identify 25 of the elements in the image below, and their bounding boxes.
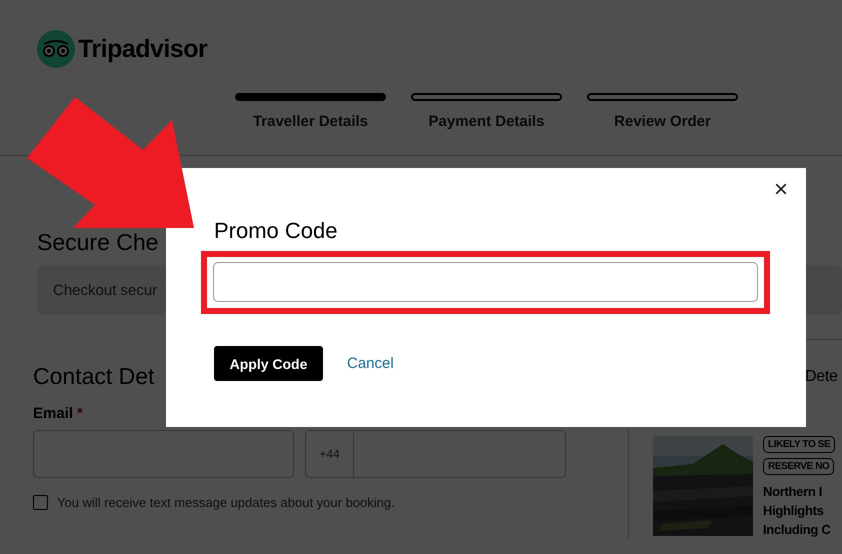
country-code[interactable]: +44: [306, 431, 354, 477]
phone-field[interactable]: +44: [305, 430, 566, 478]
cancel-link[interactable]: Cancel: [347, 355, 394, 372]
step-label: Review Order: [614, 113, 711, 130]
step-label: Traveller Details: [252, 113, 368, 130]
email-field[interactable]: [33, 430, 294, 478]
section-heading: Dete: [805, 367, 838, 387]
tour-title[interactable]: Northern I: [763, 482, 836, 501]
dialog-title: Promo Code: [214, 220, 339, 242]
brand-name: Tripadvisor: [78, 34, 208, 64]
checkbox-label: You will receive text message updates about your booking.: [57, 495, 395, 510]
tour-title[interactable]: Including C: [763, 520, 836, 539]
owl-logo-icon: [37, 30, 75, 68]
promo-code-field[interactable]: [213, 262, 758, 302]
apply-code-button[interactable]: Apply Code: [214, 346, 323, 381]
section-heading: Secure Che: [37, 229, 158, 255]
sms-checkbox[interactable]: [33, 495, 48, 510]
tag: RESERVE NO: [763, 458, 834, 475]
close-button[interactable]: ×: [770, 178, 792, 202]
email-label: Email: [33, 405, 74, 422]
step-label: Payment Details: [428, 113, 544, 130]
tag: LIKELY TO SE: [763, 436, 836, 453]
tour-title[interactable]: Highlights: [763, 501, 836, 520]
required-mark: *: [77, 405, 83, 422]
section-heading: Contact Det: [33, 363, 154, 389]
